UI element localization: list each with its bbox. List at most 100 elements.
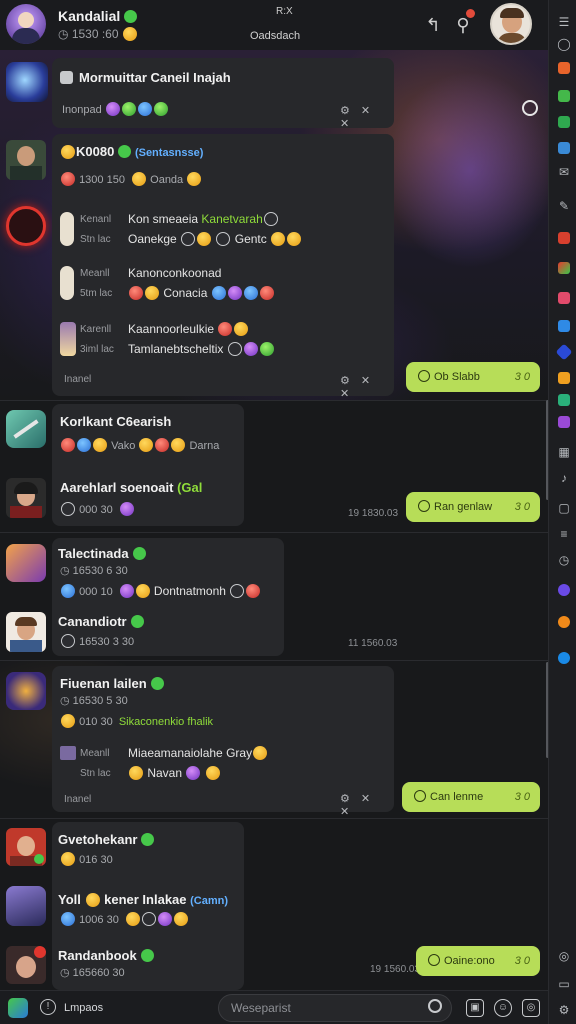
message-tools[interactable]: ⚙ ✕ ✕ — [340, 792, 394, 818]
emoji-icon — [121, 102, 136, 116]
message-card[interactable]: Talectinada ◷ 16530 6 30 000 10 Dontnatm… — [52, 538, 284, 656]
message-tools[interactable]: ⚙ ✕ ✕ — [340, 374, 394, 400]
app-icon-orange[interactable] — [558, 62, 570, 74]
message-card[interactable]: K0080 (Sentasnsse) 1300 150 Oanda Kenanl… — [52, 134, 394, 400]
user-avatar[interactable] — [6, 478, 46, 518]
timestamp: 19 1830.03 — [348, 508, 399, 519]
sender-name: Aarehlarl soenoait (Gal — [60, 480, 203, 495]
app-icon-purple[interactable] — [558, 584, 570, 596]
message-card[interactable]: Gvetohekanr 016 30 Yoll kener Inlakae (C… — [52, 822, 244, 990]
app-icon-teal[interactable] — [558, 394, 570, 406]
sent-message-bubble[interactable]: Ran genlaw 3 0 — [406, 492, 540, 522]
mail-icon[interactable]: ✉ — [556, 164, 572, 180]
emoji-icon — [61, 584, 75, 598]
sender-name: K0080 (Sentasnsse) — [60, 144, 203, 159]
attach-icon[interactable]: ▣ — [466, 999, 484, 1017]
emoji-icon — [61, 438, 75, 452]
message-input[interactable] — [218, 994, 452, 1022]
camera-icon[interactable]: ◎ — [522, 999, 540, 1017]
edit-icon[interactable]: ✎ — [556, 198, 572, 214]
online-icon — [132, 547, 146, 560]
back-arrow-icon[interactable]: ↰ — [422, 14, 444, 36]
sent-message-bubble[interactable]: Ob Slabb 3 0 — [406, 362, 540, 392]
app-icon-red[interactable] — [558, 232, 570, 244]
message-card[interactable]: Korlkant C6earish Vako Darna Aarehlarl s… — [52, 404, 244, 526]
lock-icon — [60, 71, 73, 84]
emoji-icon — [227, 342, 242, 356]
info-icon[interactable]: ! — [40, 999, 56, 1015]
row-title: Kaannoorleulkie — [128, 322, 249, 336]
chat-app: Kandalial ◷ 1530 :60 R:X Oadsdach ↰ ⚲ Mo… — [0, 0, 576, 1024]
message-card[interactable]: Fiuenan lailen ◷ 16530 5 30 010 30 Sikac… — [52, 666, 394, 818]
composer-label: Lmpaos — [64, 1002, 104, 1014]
app-icon-pink[interactable] — [558, 292, 570, 304]
attachment-thumb[interactable] — [60, 746, 76, 760]
header-avatar[interactable] — [6, 4, 46, 44]
menu-icon[interactable]: ☰ — [556, 14, 572, 30]
app-icon-green[interactable] — [558, 90, 570, 102]
sent-message-bubble[interactable]: Oaine:ono 3 0 — [416, 946, 540, 976]
search-icon[interactable] — [428, 999, 442, 1013]
help-icon[interactable]: ◎ — [556, 948, 572, 964]
attachment-thumb[interactable] — [60, 212, 74, 246]
app-icon-green2[interactable] — [558, 116, 570, 128]
card-footer: Inanel — [64, 374, 92, 385]
reaction-icon[interactable] — [522, 100, 538, 116]
attachment-thumb[interactable] — [60, 322, 76, 356]
emoji-icon — [85, 893, 100, 907]
item-thumbnail[interactable] — [6, 410, 46, 448]
user-avatar[interactable] — [6, 828, 46, 866]
row-detail: Conacia — [128, 286, 275, 300]
row-detail: Navan — [128, 766, 221, 780]
channel-avatar[interactable] — [6, 62, 48, 102]
window-icon[interactable]: ▢ — [556, 500, 572, 516]
emoji-icon — [141, 912, 156, 926]
clock-icon[interactable]: ◷ — [556, 552, 572, 568]
app-icon-violet[interactable] — [558, 416, 570, 428]
online-icon — [124, 10, 138, 23]
sticker-icon — [414, 790, 426, 802]
app-icon-navy[interactable] — [555, 343, 573, 361]
grid-icon[interactable]: ▦ — [556, 444, 572, 460]
message-card-header[interactable]: Mormuittar Caneil Inajah Inonpad ⚙ ✕ ✕ — [52, 58, 394, 130]
app-icon-sky[interactable] — [558, 320, 570, 332]
window-icon[interactable]: ▭ — [556, 976, 572, 992]
user-avatar[interactable] — [6, 140, 46, 180]
profile-avatar[interactable] — [490, 3, 532, 45]
record-icon[interactable] — [6, 206, 46, 246]
sender-sub: ◷ 16530 6 30 — [60, 565, 128, 577]
timestamp: 11 1560.03 — [348, 638, 398, 649]
divider — [0, 532, 548, 533]
user-avatar[interactable] — [6, 612, 46, 652]
app-icon-mixed[interactable] — [558, 262, 570, 274]
message-tools[interactable]: ⚙ ✕ ✕ — [340, 104, 394, 130]
user-avatar[interactable] — [6, 886, 46, 926]
emoji-icon — [137, 102, 152, 116]
emoji-icon — [157, 912, 172, 926]
user-avatar[interactable] — [6, 946, 46, 984]
emoji-icon — [119, 502, 134, 516]
app-icon[interactable] — [8, 998, 28, 1018]
emoji-icon — [145, 286, 159, 300]
app-icon-blue[interactable] — [558, 142, 570, 154]
message-composer: ! Lmpaos ▣ ☺ ◎ — [0, 990, 548, 1024]
circle-icon[interactable]: ◯ — [556, 36, 572, 52]
app-icon-amber[interactable] — [558, 372, 570, 384]
sender-tag[interactable]: (Sentasnsse) — [135, 147, 203, 159]
sticker-button-icon[interactable]: ☺ — [494, 999, 512, 1017]
attachment-thumb[interactable] — [60, 266, 74, 300]
message-time: 3 0 — [514, 371, 530, 383]
user-avatar[interactable] — [6, 672, 46, 710]
list-icon[interactable]: ≡ — [556, 526, 572, 542]
sent-message-bubble[interactable]: Can lenme 3 0 — [402, 782, 540, 812]
user-avatar[interactable] — [6, 544, 46, 582]
emoji-icon — [61, 852, 75, 866]
app-icon-orange-round[interactable] — [558, 616, 570, 628]
message-meta: 010 30 Sikaconenkio fhalik — [60, 714, 213, 728]
row-label: Meanll — [80, 268, 110, 279]
emoji-icon — [259, 342, 274, 356]
settings-icon[interactable]: ⚙ — [556, 1002, 572, 1018]
sender-name: Gvetohekanr — [58, 832, 155, 847]
app-icon-blue-round[interactable] — [558, 652, 570, 664]
bell-icon[interactable]: ♪ — [556, 470, 572, 486]
